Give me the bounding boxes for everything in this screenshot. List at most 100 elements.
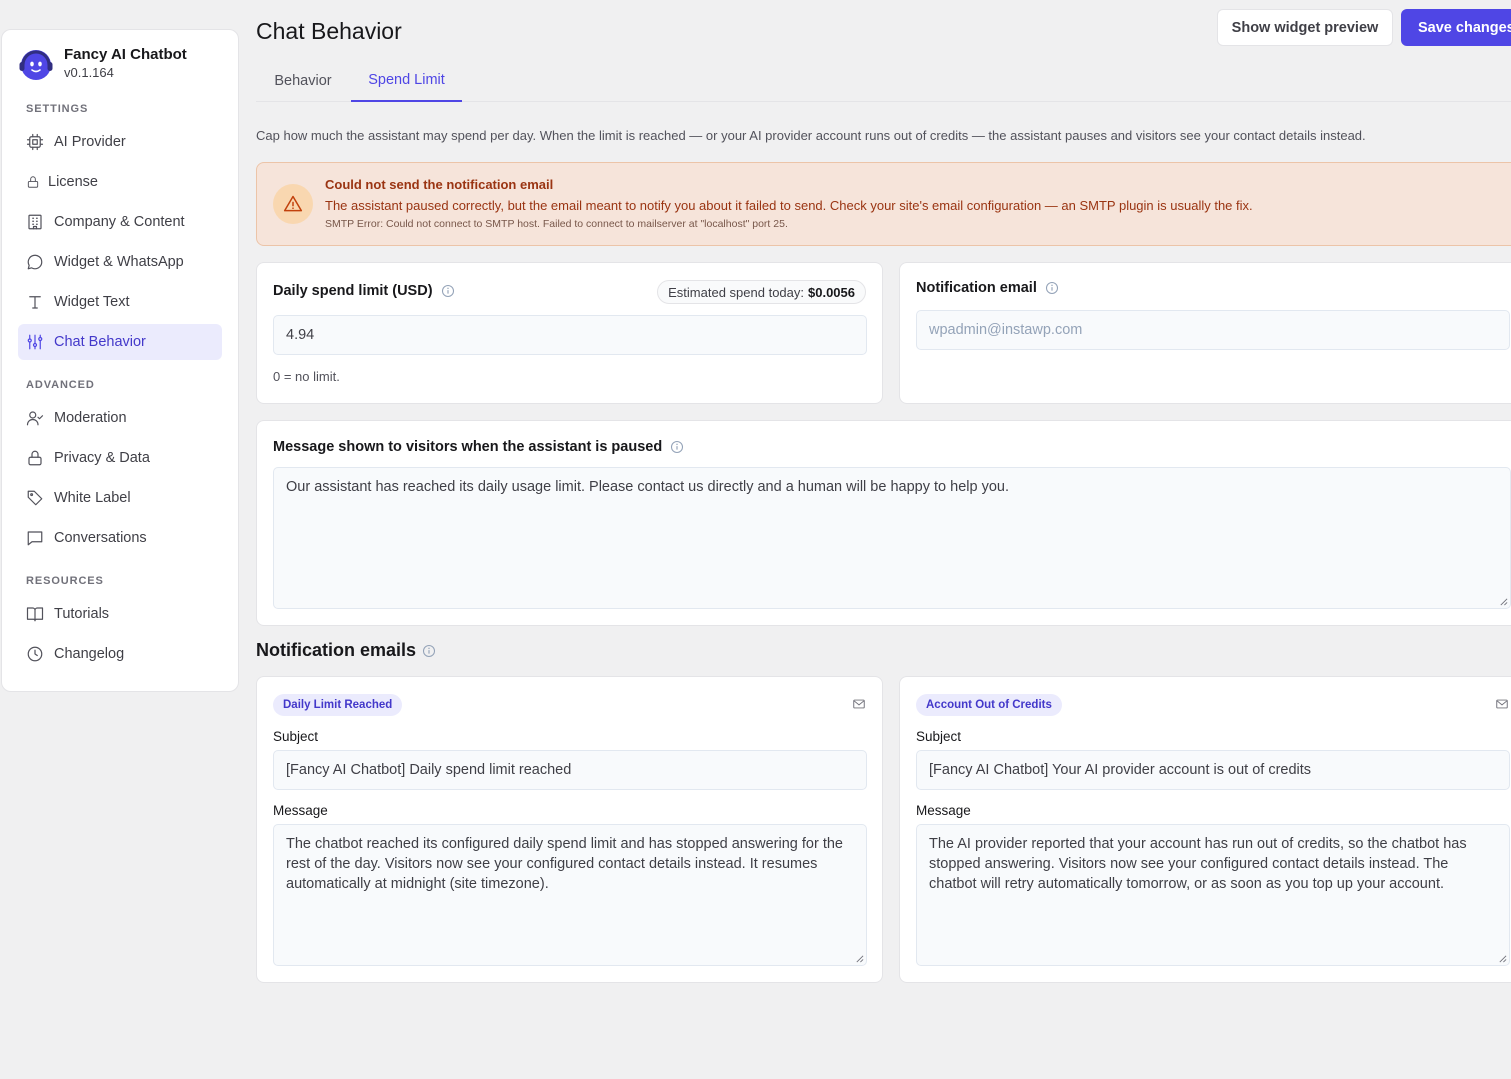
paused-message-text: Our assistant has reached its daily usag… — [286, 479, 1009, 495]
resize-handle-icon[interactable] — [855, 954, 864, 963]
chatbot-logo-icon — [19, 50, 53, 80]
tab-behavior[interactable]: Behavior — [256, 60, 350, 102]
show-widget-preview-button[interactable]: Show widget preview — [1217, 9, 1393, 46]
sidebar-item-label: Tutorials — [54, 606, 110, 622]
subject-input[interactable]: [Fancy AI Chatbot] Your AI provider acco… — [916, 750, 1510, 790]
mail-icon — [853, 699, 865, 709]
out-of-credits-email-card: Account Out of Credits Subject [Fancy AI… — [899, 676, 1511, 983]
notification-email-input[interactable]: wpadmin@instawp.com — [916, 310, 1510, 350]
sidebar-item-white-label[interactable]: White Label — [18, 480, 222, 516]
building-icon — [28, 214, 42, 230]
estimated-spend-badge: Estimated spend today: $0.0056 — [657, 280, 866, 304]
intro-text: Cap how much the assistant may spend per… — [256, 128, 1366, 143]
tab-spend-limit[interactable]: Spend Limit — [351, 60, 462, 102]
sidebar-item-widget-text[interactable]: Widget Text — [18, 284, 222, 320]
chip-icon — [26, 133, 44, 151]
alert-body: The assistant paused correctly, but the … — [325, 198, 1253, 213]
book-icon — [26, 607, 44, 622]
sidebar-item-label: Conversations — [54, 530, 147, 546]
message-textarea[interactable]: The AI provider reported that your accou… — [916, 824, 1510, 966]
section-title-text: Notification emails — [256, 640, 417, 660]
sidebar-item-changelog[interactable]: Changelog — [18, 636, 222, 672]
info-icon[interactable] — [670, 440, 684, 454]
sidebar-item-ai-provider[interactable]: AI Provider — [18, 124, 222, 160]
message-square-icon — [27, 531, 43, 546]
daily-limit-label-row: Daily spend limit (USD) — [273, 283, 455, 299]
clock-icon — [27, 646, 43, 662]
subject-label: Subject — [916, 729, 962, 744]
message-text: The chatbot reached its configured daily… — [286, 836, 843, 892]
paused-message-label-row: Message shown to visitors when the assis… — [273, 439, 684, 455]
sidebar-item-label: Moderation — [54, 410, 127, 426]
sidebar-item-privacy-data[interactable]: Privacy & Data — [18, 440, 222, 476]
section-label-resources: RESOURCES — [26, 575, 104, 587]
message-text: The AI provider reported that your accou… — [929, 836, 1467, 892]
info-icon[interactable] — [441, 284, 455, 298]
message-label: Message — [273, 803, 328, 818]
daily-limit-email-card: Daily Limit Reached Subject [Fancy AI Ch… — [256, 676, 883, 983]
subject-input[interactable]: [Fancy AI Chatbot] Daily spend limit rea… — [273, 750, 867, 790]
padlock-icon — [28, 450, 42, 466]
text-icon — [29, 296, 41, 309]
sidebar-item-label: Widget & WhatsApp — [54, 254, 184, 270]
sidebar-item-label: Privacy & Data — [54, 450, 150, 466]
app-version: v0.1.164 — [64, 65, 114, 80]
sidebar-item-label: AI Provider — [54, 134, 126, 150]
info-icon[interactable] — [422, 644, 436, 658]
sidebar-item-chat-behavior[interactable]: Chat Behavior — [18, 324, 222, 360]
sidebar-item-company-content[interactable]: Company & Content — [18, 204, 222, 240]
paused-message-card: Message shown to visitors when the assis… — [256, 420, 1511, 626]
sidebar-item-moderation[interactable]: Moderation — [18, 400, 222, 436]
message-label: Message — [916, 803, 971, 818]
sidebar-item-tutorials[interactable]: Tutorials — [18, 596, 222, 632]
notification-email-card: Notification email wpadmin@instawp.com — [899, 262, 1511, 404]
paused-message-label: Message shown to visitors when the assis… — [273, 439, 663, 455]
estimate-value: $0.0056 — [808, 284, 855, 300]
alert-icon-badge — [273, 184, 313, 224]
paused-message-textarea[interactable]: Our assistant has reached its daily usag… — [273, 467, 1511, 609]
sidebar-item-widget-whatsapp[interactable]: Widget & WhatsApp — [18, 244, 222, 280]
brand: Fancy AI Chatbot v0.1.164 — [18, 46, 222, 82]
alert-title: Could not send the notification email — [325, 177, 554, 192]
estimate-label: Estimated spend today: — [668, 284, 804, 300]
mail-icon — [1496, 699, 1508, 709]
sidebar-item-label: Chat Behavior — [54, 334, 146, 350]
notification-email-label: Notification email — [916, 280, 1037, 296]
notification-emails-heading: Notification emails — [256, 640, 436, 661]
tag-icon — [27, 490, 43, 506]
status-badge: Daily Limit Reached — [273, 694, 403, 716]
status-badge: Account Out of Credits — [916, 694, 1062, 716]
info-icon[interactable] — [1045, 281, 1059, 295]
sliders-icon — [27, 334, 43, 350]
sidebar-item-conversations[interactable]: Conversations — [18, 520, 222, 556]
section-label-settings: SETTINGS — [26, 103, 89, 115]
tab-bar: Behavior Spend Limit — [256, 60, 1511, 102]
email-error-alert: Could not send the notification email Th… — [256, 162, 1511, 246]
warning-triangle-icon — [283, 195, 303, 212]
notification-email-label-row: Notification email — [916, 280, 1059, 296]
daily-limit-hint: 0 = no limit. — [273, 369, 340, 384]
sidebar: Fancy AI Chatbot v0.1.164 SETTINGS AI Pr… — [1, 29, 239, 692]
save-changes-button[interactable]: Save changes — [1401, 9, 1511, 46]
lock-icon — [27, 176, 39, 188]
daily-spend-limit-card: Daily spend limit (USD) Estimated spend … — [256, 262, 883, 404]
section-label-advanced: ADVANCED — [26, 379, 95, 391]
daily-limit-label: Daily spend limit (USD) — [273, 283, 433, 299]
app-name: Fancy AI Chatbot — [64, 46, 187, 63]
alert-detail: SMTP Error: Could not connect to SMTP ho… — [325, 218, 788, 230]
page-title: Chat Behavior — [256, 18, 402, 44]
user-check-icon — [26, 411, 44, 426]
settings-page: Fancy AI Chatbot v0.1.164 SETTINGS AI Pr… — [0, 0, 1511, 1079]
resize-handle-icon[interactable] — [1499, 597, 1508, 606]
daily-limit-input[interactable]: 4.94 — [273, 315, 867, 355]
subject-label: Subject — [273, 729, 319, 744]
sidebar-item-license[interactable]: License — [18, 164, 222, 200]
sidebar-item-label: Changelog — [54, 646, 125, 662]
sidebar-item-label: Widget Text — [54, 294, 130, 310]
chat-bubble-icon — [27, 254, 43, 270]
resize-handle-icon[interactable] — [1498, 954, 1507, 963]
sidebar-item-label: White Label — [54, 490, 131, 506]
message-textarea[interactable]: The chatbot reached its configured daily… — [273, 824, 867, 966]
sidebar-item-label: Company & Content — [54, 214, 185, 230]
sidebar-item-label: License — [48, 174, 98, 190]
